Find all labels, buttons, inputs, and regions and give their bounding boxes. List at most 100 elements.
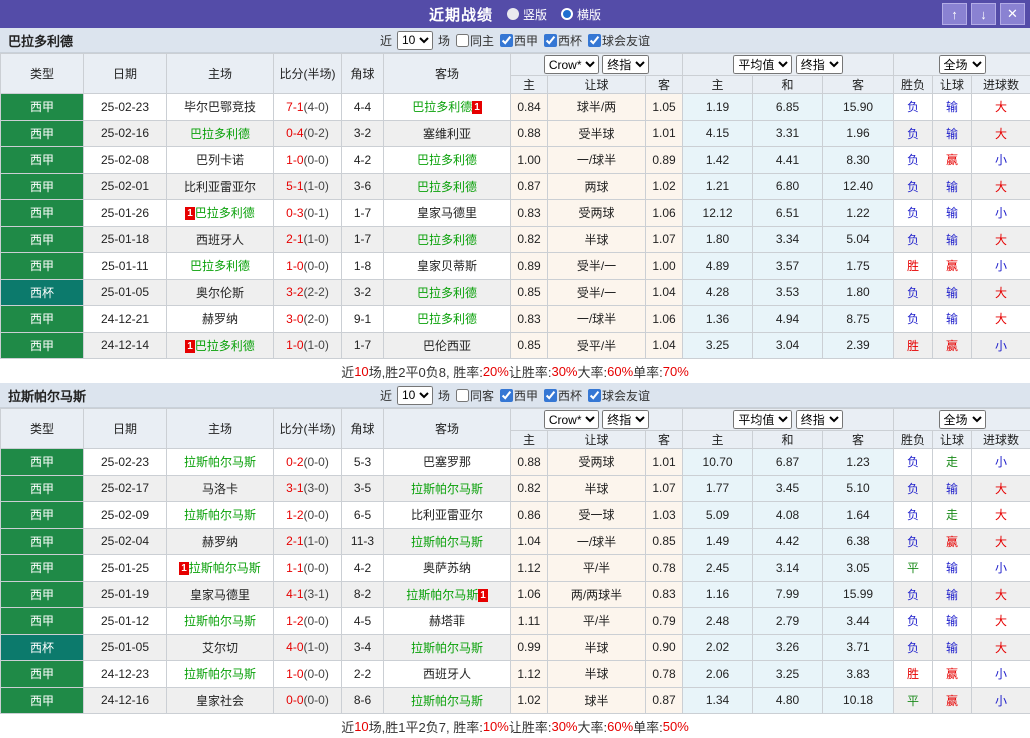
close-icon: ✕ — [1007, 6, 1018, 22]
layout-horizontal-radio[interactable]: 横版 — [561, 6, 601, 23]
euro-odds-group: 平均值 终指 — [683, 54, 894, 76]
asia-away-odds-cell: 1.04 — [646, 279, 683, 306]
score-cell: 1-0(0-0) — [274, 661, 342, 688]
subcol-winloss: 胜负 — [894, 76, 933, 94]
asia-odds-time-select[interactable]: 终指 — [602, 410, 649, 429]
league-liga-checkbox-label[interactable]: 西甲 — [496, 32, 538, 49]
date-cell: 25-01-26 — [84, 200, 167, 227]
red-card-badge: 1 — [185, 207, 195, 220]
home-team-name: 西班牙人 — [196, 233, 244, 247]
euro-odds-company-select[interactable]: 平均值 — [733, 410, 792, 429]
asia-odds-company-select[interactable]: Crow* — [544, 55, 599, 74]
col-corner: 角球 — [342, 54, 384, 94]
euro-odds-time-select[interactable]: 终指 — [796, 55, 843, 74]
score-cell: 5-1(1-0) — [274, 173, 342, 200]
handicap-result-cell: 赢 — [933, 528, 972, 555]
home-team-name: 赫罗纳 — [202, 312, 238, 326]
league-cup-checkbox-label[interactable]: 西杯 — [540, 387, 582, 404]
filter-bar: 近 10 场 同客 西甲 西杯 球会友谊 — [0, 386, 1030, 405]
summary-label: 大率: — [578, 362, 608, 381]
handicap-line-cell: 平/半 — [548, 608, 646, 635]
table-row: 西甲25-02-01比利亚雷亚尔5-1(1-0)3-6巴拉多利德0.87两球1.… — [1, 173, 1030, 200]
home-team-cell: 拉斯帕尔马斯 — [167, 608, 274, 635]
same-venue-checkbox-label[interactable]: 同主 — [452, 32, 494, 49]
same-venue-checkbox[interactable] — [456, 389, 469, 402]
home-team-cell: 奥尔伦斯 — [167, 279, 274, 306]
home-team-cell: 1巴拉多利德 — [167, 332, 274, 359]
home-team-name: 拉斯帕尔马斯 — [184, 455, 256, 469]
scope-select[interactable]: 全场 — [939, 55, 986, 74]
half-time-score: (1-0) — [304, 640, 329, 654]
goals-result-cell: 小 — [972, 253, 1030, 280]
asia-odds-company-select[interactable]: Crow* — [544, 410, 599, 429]
handicap-result-cell: 赢 — [933, 147, 972, 174]
summary-value: 60% — [607, 719, 633, 734]
asia-odds-time-select[interactable]: 终指 — [602, 55, 649, 74]
table-row: 西甲25-01-11巴拉多利德1-0(0-0)1-8皇家贝蒂斯0.89受半/一1… — [1, 253, 1030, 280]
subcol-handicap-result: 让球 — [933, 431, 972, 449]
league-cup-checkbox-label[interactable]: 西杯 — [540, 32, 582, 49]
match-count-select[interactable]: 10 — [397, 31, 433, 50]
date-cell: 25-01-05 — [84, 279, 167, 306]
half-time-score: (0-2) — [304, 126, 329, 140]
asia-home-odds-cell: 1.11 — [511, 608, 548, 635]
home-team-cell: 巴拉多利德 — [167, 120, 274, 147]
league-liga-checkbox-label[interactable]: 西甲 — [496, 387, 538, 404]
score-cell: 1-1(0-0) — [274, 555, 342, 582]
subcol-goals: 进球数 — [972, 76, 1030, 94]
summary-value: 50% — [663, 719, 689, 734]
summary-value: 20% — [483, 364, 509, 379]
move-up-button[interactable]: ↑ — [942, 3, 967, 25]
winloss-result-cell: 负 — [894, 226, 933, 253]
table-row: 西甲25-02-09拉斯帕尔马斯1-2(0-0)6-5比利亚雷亚尔0.86受一球… — [1, 502, 1030, 529]
league-friendly-checkbox-label[interactable]: 球会友谊 — [584, 387, 650, 404]
move-down-button[interactable]: ↓ — [971, 3, 996, 25]
away-team-cell: 巴拉多利德 — [384, 306, 511, 333]
euro-away-odds-cell: 5.10 — [823, 475, 894, 502]
filter-games-label: 场 — [438, 32, 450, 49]
league-friendly-checkbox[interactable] — [588, 389, 601, 402]
same-venue-checkbox[interactable] — [456, 34, 469, 47]
summary-value: 70% — [663, 364, 689, 379]
league-liga-checkbox[interactable] — [500, 389, 513, 402]
asia-home-odds-cell: 0.83 — [511, 306, 548, 333]
full-time-score: 0-4 — [286, 126, 303, 140]
winloss-result-cell: 负 — [894, 608, 933, 635]
asia-home-odds-cell: 1.02 — [511, 687, 548, 714]
results-table: 类型 日期 主场 比分(半场) 角球 客场 Crow* 终指 平均值 终指 全场 — [0, 408, 1030, 714]
col-away: 客场 — [384, 54, 511, 94]
goals-result-cell: 小 — [972, 555, 1030, 582]
away-team-name: 巴塞罗那 — [423, 455, 471, 469]
home-team-name: 赫罗纳 — [202, 535, 238, 549]
home-team-cell: 巴列卡诺 — [167, 147, 274, 174]
full-time-score: 4-1 — [286, 587, 303, 601]
layout-vertical-radio[interactable]: 竖版 — [507, 6, 547, 23]
league-liga-checkbox[interactable] — [500, 34, 513, 47]
full-time-score: 2-1 — [286, 232, 303, 246]
match-count-select[interactable]: 10 — [397, 386, 433, 405]
asia-home-odds-cell: 0.82 — [511, 475, 548, 502]
scope-select[interactable]: 全场 — [939, 410, 986, 429]
same-venue-checkbox-label[interactable]: 同客 — [452, 387, 494, 404]
euro-odds-company-select[interactable]: 平均值 — [733, 55, 792, 74]
league-cup-checkbox[interactable] — [544, 34, 557, 47]
handicap-line-cell: 半球 — [548, 226, 646, 253]
euro-draw-odds-cell: 4.08 — [753, 502, 823, 529]
handicap-result-cell: 赢 — [933, 687, 972, 714]
full-time-score: 4-0 — [286, 640, 303, 654]
winloss-result-cell: 胜 — [894, 332, 933, 359]
euro-home-odds-cell: 4.89 — [683, 253, 753, 280]
away-team-name: 巴拉多利德 — [417, 286, 477, 300]
league-friendly-checkbox-label[interactable]: 球会友谊 — [584, 32, 650, 49]
corner-cell: 11-3 — [342, 528, 384, 555]
summary-value: 30% — [551, 719, 577, 734]
handicap-line-cell: 半球 — [548, 661, 646, 688]
winloss-result-cell: 负 — [894, 528, 933, 555]
home-team-name: 马洛卡 — [202, 482, 238, 496]
away-team-name: 拉斯帕尔马斯 — [411, 482, 483, 496]
league-friendly-checkbox[interactable] — [588, 34, 601, 47]
close-button[interactable]: ✕ — [1000, 3, 1025, 25]
league-cup-checkbox[interactable] — [544, 389, 557, 402]
euro-odds-time-select[interactable]: 终指 — [796, 410, 843, 429]
half-time-score: (1-0) — [304, 179, 329, 193]
